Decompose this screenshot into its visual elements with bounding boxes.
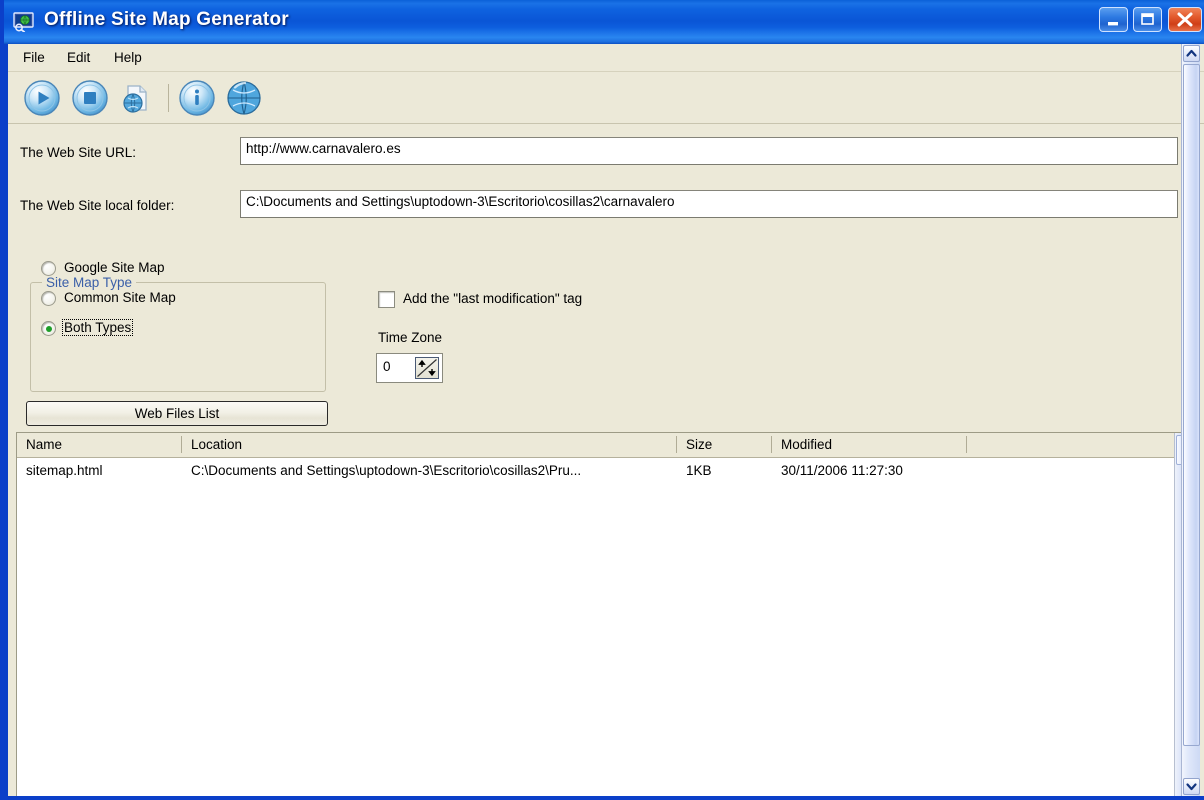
maximize-button[interactable] (1133, 7, 1163, 32)
toolbar-separator (168, 84, 169, 112)
title-bar: Offline Site Map Generator (4, 0, 1204, 44)
toolbar (8, 72, 1204, 122)
info-button[interactable] (178, 79, 216, 117)
column-label: Size (686, 437, 713, 452)
radio-button-icon (41, 261, 56, 276)
folder-input[interactable]: C:\Documents and Settings\uptodown-3\Esc… (240, 190, 1178, 218)
site-map-type-title: Site Map Type (42, 275, 137, 290)
time-zone-spinner[interactable]: 0 (376, 353, 443, 383)
table-row[interactable]: sitemap.html C:\Documents and Settings\u… (17, 460, 1191, 483)
application-window: Offline Site Map Generator File Edit Hel… (0, 0, 1204, 800)
column-label: Name (26, 437, 63, 452)
menu-bar: File Edit Help (8, 44, 1204, 71)
radio-button-icon (41, 321, 56, 336)
client-area: File Edit Help The Web Site URL: http://… (8, 44, 1204, 796)
url-label: The Web Site URL: (20, 145, 137, 160)
menu-file[interactable]: File (16, 48, 52, 67)
web-files-list-button[interactable]: Web Files List (26, 401, 328, 426)
generate-sitemap-button[interactable] (116, 79, 154, 117)
open-web-button[interactable] (225, 79, 263, 117)
file-list[interactable]: Name Location Size Modified sitemap.html… (16, 432, 1192, 796)
close-button[interactable] (1168, 7, 1202, 32)
close-icon (1169, 8, 1201, 31)
cell-name: sitemap.html (26, 463, 103, 478)
monitor-globe-icon (13, 12, 36, 33)
column-label: Modified (781, 437, 833, 452)
maximize-icon (1134, 8, 1161, 31)
cell-location: C:\Documents and Settings\uptodown-3\Esc… (191, 463, 582, 478)
spinner-updown-icon[interactable] (415, 357, 439, 379)
time-zone-label: Time Zone (378, 330, 443, 345)
column-header-modified[interactable]: Modified (772, 433, 967, 457)
radio-button-icon (41, 291, 56, 306)
column-header-name[interactable]: Name (17, 433, 182, 457)
scroll-up-button[interactable] (1183, 45, 1200, 62)
window-scrollbar[interactable] (1181, 44, 1200, 796)
window-controls (1097, 7, 1202, 37)
minimize-button[interactable] (1098, 7, 1128, 32)
url-input[interactable]: http://www.carnavalero.es (240, 137, 1178, 165)
last-modification-label: Add the "last modification" tag (403, 291, 583, 306)
file-list-header: Name Location Size Modified (17, 433, 1191, 458)
column-header-empty[interactable] (967, 433, 1174, 457)
cell-modified: 30/11/2006 11:27:30 (781, 463, 903, 478)
minimize-icon (1100, 8, 1127, 31)
window-title: Offline Site Map Generator (44, 9, 289, 30)
window-scrollbar-thumb[interactable] (1183, 64, 1200, 746)
cell-size: 1KB (686, 463, 712, 478)
column-header-size[interactable]: Size (677, 433, 772, 457)
time-zone-value[interactable]: 0 (383, 359, 391, 374)
menu-edit[interactable]: Edit (60, 48, 97, 67)
stop-button[interactable] (71, 79, 109, 117)
checkbox-icon[interactable] (378, 291, 395, 308)
radio-label: Both Types (62, 319, 134, 336)
start-button[interactable] (23, 79, 61, 117)
menu-help[interactable]: Help (107, 48, 149, 67)
folder-label: The Web Site local folder: (20, 198, 175, 213)
column-label: Location (191, 437, 243, 452)
radio-label: Common Site Map (64, 290, 176, 305)
toolbar-divider (8, 123, 1204, 124)
column-header-location[interactable]: Location (182, 433, 677, 457)
radio-label: Google Site Map (64, 260, 165, 275)
scroll-down-button[interactable] (1183, 778, 1200, 795)
